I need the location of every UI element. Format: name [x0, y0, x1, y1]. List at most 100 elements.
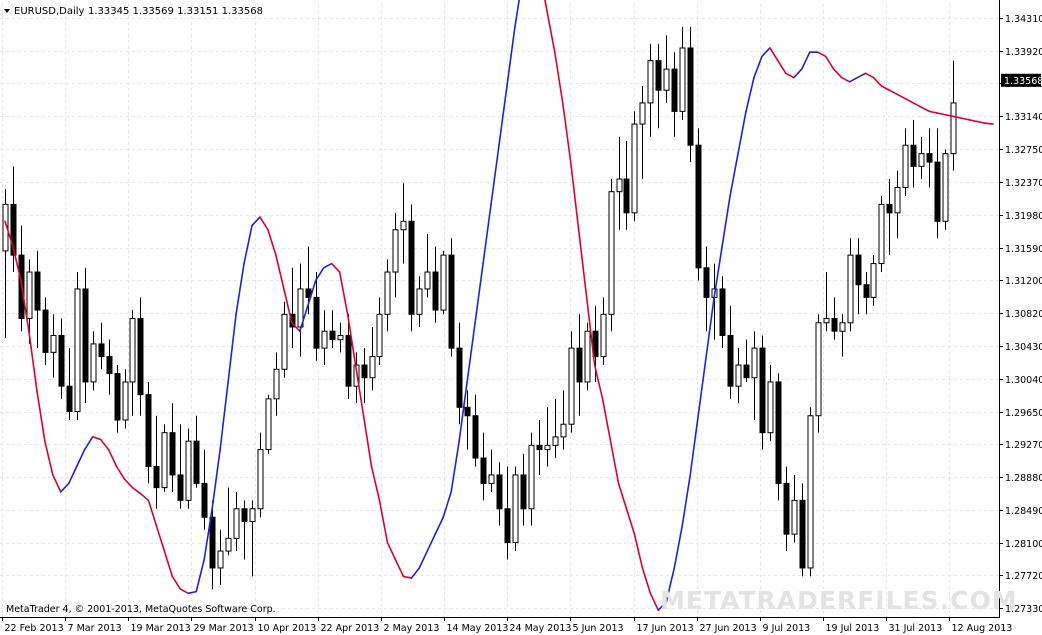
candle-body-bear	[201, 482, 208, 518]
candle-body-bull	[544, 444, 551, 451]
y-tick-label: 1.27720	[1005, 571, 1042, 582]
candle-body-bear	[863, 284, 870, 298]
candle	[584, 322, 591, 391]
candle-body-bear	[193, 440, 200, 484]
candle-body-bear	[536, 444, 543, 451]
ohlc-values: 1.33345 1.33569 1.33151 1.33568	[88, 6, 263, 17]
x-tick-label: 17 Jun 2013	[637, 623, 694, 634]
candle-body-bull	[337, 334, 344, 341]
candle-body-bull	[129, 318, 136, 383]
candle-body-bull	[600, 313, 607, 358]
candle-body-bear	[926, 153, 933, 163]
candle-body-bull	[847, 254, 854, 324]
candle-body-bull	[918, 153, 925, 167]
candle-body-bear	[934, 161, 941, 222]
candle-body-bull	[512, 474, 519, 544]
candle	[74, 272, 81, 420]
candle	[815, 314, 822, 433]
x-tick-label: 5 Jun 2013	[573, 623, 624, 634]
candle-body-bear	[329, 330, 336, 341]
x-tick-label: 10 Apr 2013	[258, 623, 317, 634]
y-tick-label: 1.28880	[1005, 473, 1042, 484]
candle-body-bear	[687, 47, 694, 146]
y-tick-label: 1.33140	[1005, 112, 1042, 123]
candle-body-bull	[26, 271, 33, 320]
candle	[942, 149, 949, 230]
y-tick-label: 1.30820	[1005, 309, 1042, 320]
candle-body-bear	[520, 474, 527, 510]
candle-body-bear	[209, 516, 216, 569]
x-tick-label: 9 Jul 2013	[763, 623, 811, 634]
candle	[878, 195, 885, 273]
candle-body-bear	[145, 394, 152, 467]
x-tick-label: 2 May 2013	[384, 623, 440, 634]
candle	[775, 373, 782, 501]
candle	[440, 250, 447, 315]
y-tick-label: 1.29650	[1005, 408, 1042, 419]
y-tick-label: 1.30430	[1005, 342, 1042, 353]
candle-body-bear	[703, 267, 710, 298]
candle-body-bull	[878, 203, 885, 265]
x-tick-label: 22 Feb 2013	[5, 623, 64, 634]
candle-body-bull	[392, 229, 399, 273]
y-tick-label: 1.31200	[1005, 276, 1042, 287]
candle-body-bear	[504, 508, 511, 544]
candle-body-bull	[273, 368, 280, 400]
symbol-title: EURUSD,Daily	[14, 6, 85, 17]
candle-body-bear	[241, 508, 248, 522]
candle-body-bull	[679, 47, 686, 112]
candle-body-bull	[400, 220, 407, 231]
candle-body-bull	[663, 68, 670, 91]
candle-body-bear	[34, 271, 41, 311]
candle-body-bull	[631, 123, 638, 214]
candle	[759, 335, 766, 450]
candle-body-bull	[807, 415, 814, 569]
candle	[512, 466, 519, 552]
candle-body-bull	[639, 102, 646, 125]
candle-body-bull	[281, 313, 288, 370]
candle	[608, 179, 615, 332]
candle-body-bear	[361, 364, 368, 379]
candle	[408, 204, 415, 332]
x-tick-label: 14 May 2013	[447, 623, 509, 634]
candle-body-bull	[894, 186, 901, 214]
candle-body-bear	[671, 68, 678, 112]
candle-body-bear	[456, 347, 463, 408]
candle-body-bear	[775, 381, 782, 484]
candle-body-bear	[886, 203, 893, 214]
candle-body-bear	[695, 144, 702, 269]
candle	[631, 111, 638, 222]
x-tick-label: 7 Mar 2013	[68, 623, 122, 634]
candle-body-bull	[815, 322, 822, 417]
candle-body-bear	[408, 220, 415, 315]
x-tick-label: 27 Jun 2013	[700, 623, 757, 634]
candle-body-bull	[584, 330, 591, 383]
candle-body-bear	[480, 457, 487, 484]
candle-body-bear	[137, 318, 144, 396]
candle-body-bear	[58, 334, 65, 387]
x-tick-label: 24 May 2013	[510, 623, 572, 634]
candle-body-bear	[169, 432, 176, 476]
candle-body-bear	[655, 60, 662, 91]
chart-area[interactable]: 1.343101.339201.335301.331401.327501.323…	[0, 0, 1042, 635]
candle-body-bear	[831, 318, 838, 332]
candle-body-bear	[464, 406, 471, 417]
candle-body-bull	[74, 288, 81, 413]
candle-body-bull	[950, 102, 957, 155]
candle-body-bull	[942, 153, 949, 222]
candle-body-bull	[249, 508, 256, 522]
candle-body-bear	[82, 288, 89, 383]
candle-body-bull	[233, 508, 240, 539]
x-tick-label: 19 Jul 2013	[826, 623, 880, 634]
candle-body-bear	[855, 254, 862, 286]
candle-body-bear	[743, 364, 750, 379]
candle-body-bull	[528, 444, 535, 510]
candle-body-bull	[839, 322, 846, 332]
candle-body-bull	[751, 347, 758, 379]
candle-body-bear	[910, 144, 917, 167]
candle-body-bull	[870, 263, 877, 298]
candle-body-bull	[616, 178, 623, 193]
candle-body-bull	[488, 474, 495, 484]
candle-body-bear	[114, 372, 121, 421]
x-tick-label: 22 Apr 2013	[321, 623, 380, 634]
